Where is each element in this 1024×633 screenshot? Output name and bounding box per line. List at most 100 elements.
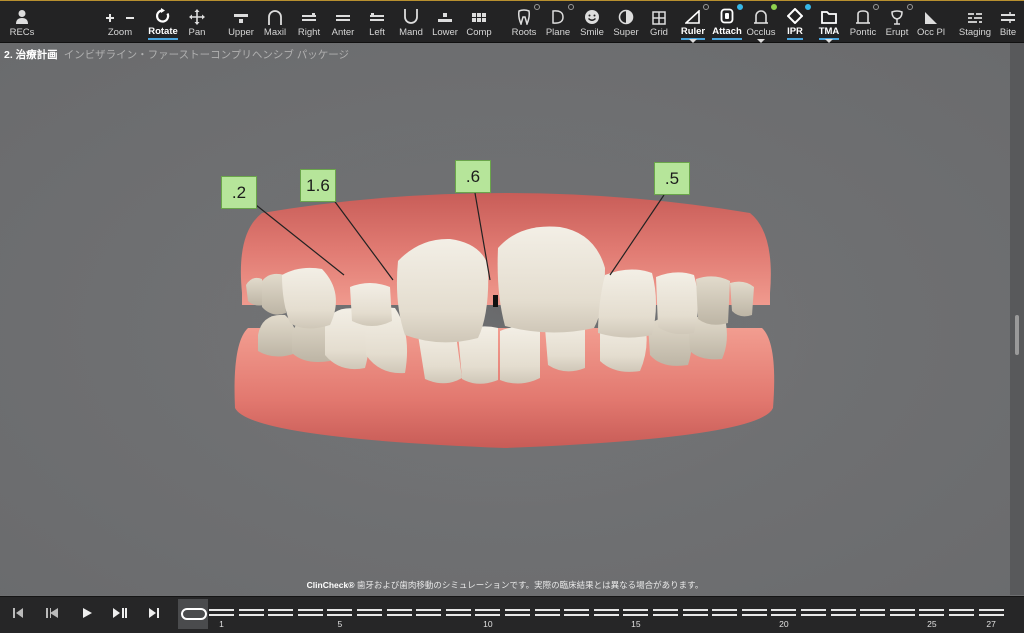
stage-segment[interactable] (386, 609, 412, 617)
stage-segment[interactable] (889, 609, 915, 617)
right-view-icon (301, 5, 317, 25)
ipr-label-2[interactable]: 1.6 (300, 169, 336, 202)
rotate-icon (155, 5, 171, 24)
stage-segment[interactable] (297, 609, 323, 617)
super-label: Super (613, 27, 639, 38)
eruption-icon (890, 5, 904, 25)
playback-bar: 1 5 10 15 20 25 27 (0, 596, 1024, 633)
stage-segment[interactable] (830, 609, 856, 617)
right-label: Right (297, 27, 321, 38)
stage-number-label: 5 (337, 619, 343, 629)
comp-label: Comp (466, 27, 492, 38)
attachment-icon (720, 5, 734, 24)
left-view-icon (369, 5, 385, 25)
stage-segment[interactable] (801, 609, 826, 617)
ipr-label-1[interactable]: .2 (221, 176, 257, 209)
smile-label: Smile (580, 27, 604, 38)
mand-label: Mand (399, 27, 423, 38)
ipr-label-3[interactable]: .6 (455, 160, 491, 193)
maxil-label: Maxil (263, 27, 287, 38)
recs-label: RECs (9, 27, 35, 38)
stage-segment[interactable] (919, 609, 945, 617)
stage-segment[interactable] (209, 609, 234, 617)
grid-label: Grid (650, 27, 668, 38)
stage-segment[interactable] (268, 609, 294, 617)
stage-number-label: 20 (779, 619, 789, 629)
upper-view-icon (233, 5, 249, 25)
grid-icon (652, 5, 666, 25)
comp-button[interactable]: Comp (457, 2, 501, 40)
play-pause-icon (113, 608, 127, 618)
last-stage-button[interactable] (142, 603, 166, 623)
superimpose-icon (618, 5, 634, 25)
previous-stage-button[interactable] (40, 603, 64, 623)
stage-segment[interactable] (593, 609, 619, 617)
occlusal-plane-icon (923, 5, 939, 25)
stage-segment[interactable] (327, 609, 353, 617)
current-stage-pill (181, 608, 207, 620)
stage-segment[interactable] (949, 609, 974, 617)
dental-model[interactable] (0, 43, 1010, 595)
stage-segment[interactable] (564, 609, 590, 617)
stage-segment[interactable] (623, 609, 649, 617)
ipr-label-4[interactable]: .5 (654, 162, 690, 195)
zoom-button[interactable]: Zoom (98, 2, 142, 40)
stage-segment[interactable] (357, 609, 382, 617)
lower-label: Lower (432, 27, 458, 38)
recs-button[interactable]: RECs (0, 2, 44, 40)
stage-segment[interactable] (712, 609, 738, 617)
occlus-label: Occlus (746, 27, 776, 38)
stage-segment[interactable] (475, 609, 501, 617)
stage-number-label: 27 (986, 619, 996, 629)
pan-arrows-icon (189, 5, 205, 25)
mandibular-arch-icon (403, 5, 419, 25)
stage-segment[interactable] (682, 609, 708, 617)
occpl-button[interactable]: Occ Pl (909, 2, 953, 40)
play-button[interactable] (75, 603, 99, 623)
pan-button[interactable]: Pan (175, 2, 219, 40)
anterior-view-icon (335, 5, 351, 25)
stage-number-label: 10 (483, 619, 493, 629)
staging-icon (967, 5, 983, 25)
skip-first-icon (13, 608, 23, 618)
ipr-label: IPR (787, 26, 803, 40)
stage-number-label: 1 (219, 619, 224, 629)
stage-timeline[interactable]: 1 5 10 15 20 25 27 (178, 599, 1006, 631)
toolbar-accent-line (0, 0, 1024, 1)
lower-view-icon (437, 5, 453, 25)
right-scrollbar[interactable] (1010, 43, 1024, 595)
3d-viewport[interactable]: 2. 治療計画 インビザライン・ファーストーコンプリヘンシブ パッケージ .2 … (0, 43, 1010, 595)
simulation-disclaimer: ClinCheck® 歯牙および歯肉移動のシミュレーションです。実際の臨床結果と… (0, 579, 1010, 591)
pontic-label: Pontic (849, 27, 877, 38)
stage-segment[interactable] (978, 609, 1004, 617)
pontic-icon (855, 5, 871, 25)
stage-segment[interactable] (771, 609, 797, 617)
disclaimer-text: 歯牙および歯肉移動のシミュレーションです。実際の臨床結果とは異なる場合があります… (354, 580, 704, 590)
ipr-diamond-icon (787, 5, 803, 24)
stage-segment[interactable] (741, 609, 767, 617)
step-back-icon (46, 608, 58, 618)
first-stage-button[interactable] (6, 603, 30, 623)
stage-number-label: 25 (927, 619, 937, 629)
occlusion-icon (753, 5, 769, 25)
stage-segment[interactable] (445, 609, 471, 617)
play-icon (83, 608, 92, 618)
maxillary-arch-icon (267, 5, 283, 25)
bite-button[interactable]: Bite (988, 2, 1024, 40)
stage-segment[interactable] (653, 609, 678, 617)
stage-segment[interactable] (416, 609, 442, 617)
bite-icon (1000, 5, 1016, 25)
roots-label: Roots (511, 27, 537, 38)
stage-segment[interactable] (238, 609, 264, 617)
zoom-label: Zoom (107, 27, 133, 38)
person-icon (15, 5, 29, 25)
disclaimer-brand: ClinCheck® (306, 580, 355, 590)
stage-0-marker[interactable] (178, 599, 208, 629)
top-toolbar: RECs Zoom Rotate Pan Upper Maxil Right A… (0, 0, 1024, 43)
stage-segment[interactable] (534, 609, 560, 617)
anter-label: Anter (331, 27, 355, 38)
stage-segment[interactable] (505, 609, 530, 617)
play-pause-next-button[interactable] (108, 603, 132, 623)
stage-segment[interactable] (860, 609, 886, 617)
scrollbar-thumb[interactable] (1015, 315, 1019, 355)
